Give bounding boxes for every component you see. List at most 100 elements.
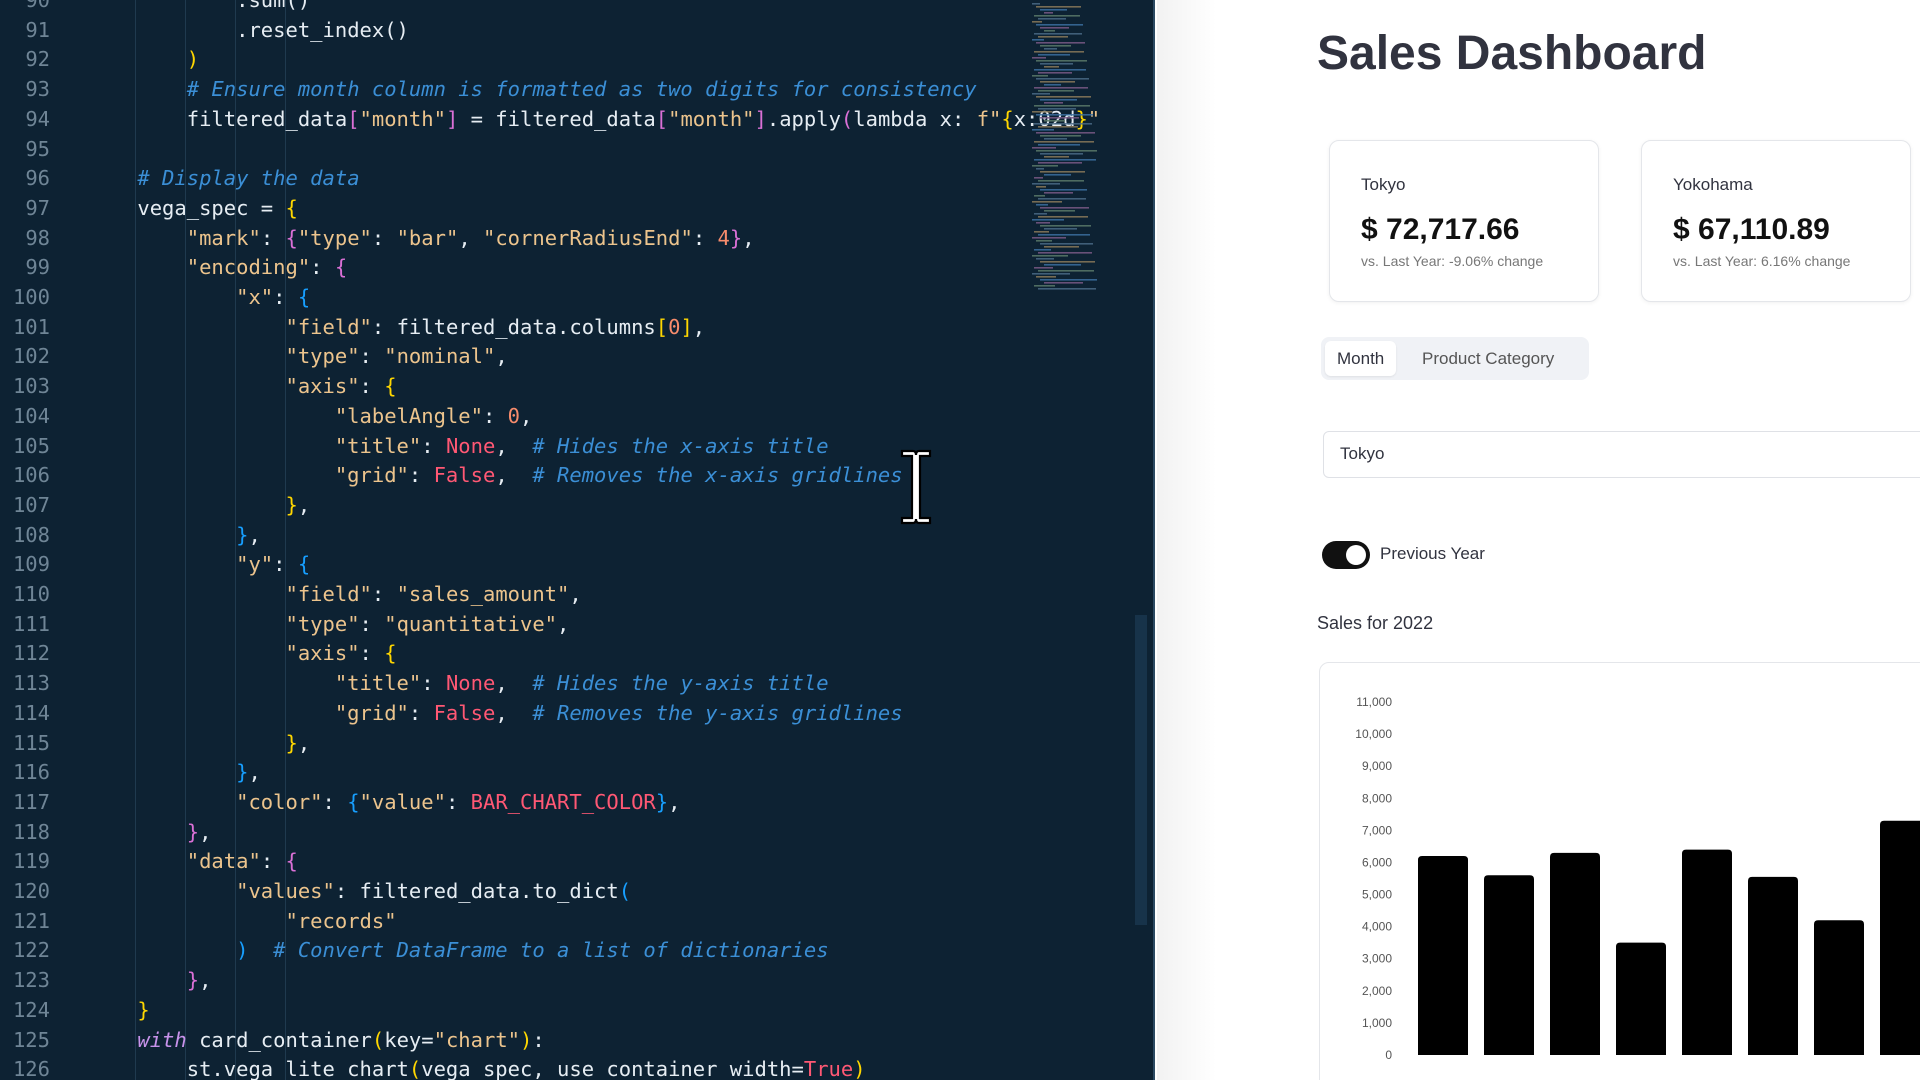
code-token: # Hides the y-axis title <box>532 671 829 696</box>
minimap-line <box>1044 192 1073 194</box>
code-line[interactable]: 97 vega_spec = { <box>0 193 1030 223</box>
code-token: None <box>445 433 496 458</box>
code-line[interactable]: 110 "field": "sales_amount", <box>0 579 1030 609</box>
code-token: { <box>285 195 298 220</box>
minimap-line <box>1034 123 1092 125</box>
code-line[interactable]: 109 "y": { <box>0 549 1030 579</box>
code-line[interactable]: 96 # Display the data <box>0 163 1030 193</box>
line-number: 97 <box>25 195 50 220</box>
minimap[interactable] <box>1030 0 1120 300</box>
code-line[interactable]: 91 .reset_index() <box>0 15 1030 45</box>
code-editor[interactable]: 90 .sum() 91 .reset_index() 92 ) 93 # Ensur… <box>0 0 1155 1080</box>
code-text: }, <box>88 520 261 550</box>
code-line[interactable]: 98 "mark": {"type": "bar", "cornerRadius… <box>0 223 1030 253</box>
code-line[interactable]: 107 }, <box>0 490 1030 520</box>
code-line[interactable]: 95 <box>0 134 1030 164</box>
minimap-line <box>1044 264 1081 266</box>
minimap-line <box>1036 222 1050 224</box>
code-line[interactable]: 106 "grid": False, # Removes the x-axis … <box>0 460 1030 490</box>
code-token: : <box>408 463 434 488</box>
minimap-line <box>1034 249 1051 251</box>
minimap-line <box>1034 105 1090 107</box>
minimap-line <box>1036 276 1056 278</box>
code-line[interactable]: 120 "values": filtered_data.to_dict( <box>0 876 1030 906</box>
code-line[interactable]: 123 }, <box>0 965 1030 995</box>
code-line[interactable]: 92 ) <box>0 44 1030 74</box>
code-line[interactable]: 125 with card_container(key="chart"): <box>0 1025 1030 1055</box>
code-line[interactable]: 93 # Ensure month column is formatted as… <box>0 74 1030 104</box>
chart-bar <box>1682 849 1732 1055</box>
code-token: : <box>310 255 335 280</box>
code-text: with card_container(key="chart"): <box>88 1025 544 1055</box>
code-line[interactable]: 112 "axis": { <box>0 638 1030 668</box>
code-line[interactable]: 90 .sum() <box>0 0 1030 15</box>
code-token: "quantitative" <box>384 611 558 636</box>
code-token: "labelAngle" <box>334 403 483 428</box>
code-line[interactable]: 126 st.vega_lite_chart(vega_spec, use_co… <box>0 1054 1030 1080</box>
code-token: card_container <box>186 1027 372 1052</box>
minimap-line <box>1040 207 1089 209</box>
code-line[interactable]: 119 "data": { <box>0 846 1030 876</box>
code-line[interactable]: 102 "type": "nominal", <box>0 341 1030 371</box>
minimap-line <box>1036 258 1054 260</box>
code-line[interactable]: 116 }, <box>0 757 1030 787</box>
code-line[interactable]: 114 "grid": False, # Removes the y-axis … <box>0 698 1030 728</box>
code-text: ) <box>88 44 199 74</box>
code-token: False <box>433 700 496 725</box>
code-token: : filtered_data.columns <box>371 314 656 339</box>
code-text: .sum() <box>88 0 310 15</box>
minimap-line <box>1036 96 1091 98</box>
code-line[interactable]: 103 "axis": { <box>0 371 1030 401</box>
code-token: "axis" <box>285 374 360 399</box>
code-line[interactable]: 94 filtered_data["month"] = filtered_dat… <box>0 104 1100 134</box>
code-token: "sales_amount" <box>396 582 570 606</box>
code-token: True <box>803 1057 854 1080</box>
chart-bar <box>1484 875 1534 1055</box>
code-token: { <box>1001 106 1014 131</box>
code-token: } <box>285 492 298 517</box>
line-number: 118 <box>12 819 50 844</box>
code-token: ] <box>754 106 767 131</box>
line-number: 114 <box>12 700 50 725</box>
code-text: "color": {"value": BAR_CHART_COLOR}, <box>88 787 680 817</box>
code-line[interactable]: 115 }, <box>0 728 1030 758</box>
code-token: , <box>199 819 212 844</box>
code-line[interactable]: 117 "color": {"value": BAR_CHART_COLOR}, <box>0 787 1030 817</box>
minimap-line <box>1032 75 1048 77</box>
code-line[interactable]: 111 "type": "quantitative", <box>0 609 1030 639</box>
code-line[interactable]: 118 }, <box>0 817 1030 847</box>
code-line[interactable]: 105 "title": None, # Hides the x-axis ti… <box>0 431 1030 461</box>
minimap-line <box>1036 186 1046 188</box>
code-line[interactable]: 113 "title": None, # Hides the y-axis ti… <box>0 668 1030 698</box>
code-text: "records" <box>88 906 396 936</box>
code-token: } <box>236 522 249 547</box>
minimap-line <box>1032 255 1068 257</box>
code-line[interactable]: 124 } <box>0 995 1030 1025</box>
code-token: False <box>433 463 496 488</box>
code-token: = filtered_data <box>458 106 656 131</box>
code-token: , <box>569 582 582 606</box>
minimap-line <box>1038 216 1088 218</box>
minimap-line <box>1034 141 1094 143</box>
code-token: , <box>495 344 508 369</box>
code-token: , <box>519 403 533 428</box>
line-number: 96 <box>25 166 50 191</box>
code-line[interactable]: 101 "field": filtered_data.columns[0], <box>0 312 1030 342</box>
minimap-line <box>1040 9 1067 11</box>
code-line[interactable]: 99 "encoding": { <box>0 252 1030 282</box>
code-line[interactable]: 121 "records" <box>0 906 1030 936</box>
minimap-line <box>1032 273 1070 275</box>
code-token: ( <box>408 1057 422 1080</box>
code-line[interactable]: 108 }, <box>0 520 1030 550</box>
code-line[interactable]: 104 "labelAngle": 0, <box>0 401 1030 431</box>
code-line[interactable]: 122 ) # Convert DataFrame to a list of d… <box>0 935 1030 965</box>
editor-scrollbar[interactable] <box>1135 615 1147 925</box>
code-line[interactable]: 100 "x": { <box>0 282 1030 312</box>
code-token: : <box>273 552 298 577</box>
minimap-line <box>1038 252 1092 254</box>
code-token: "nominal" <box>384 344 496 369</box>
